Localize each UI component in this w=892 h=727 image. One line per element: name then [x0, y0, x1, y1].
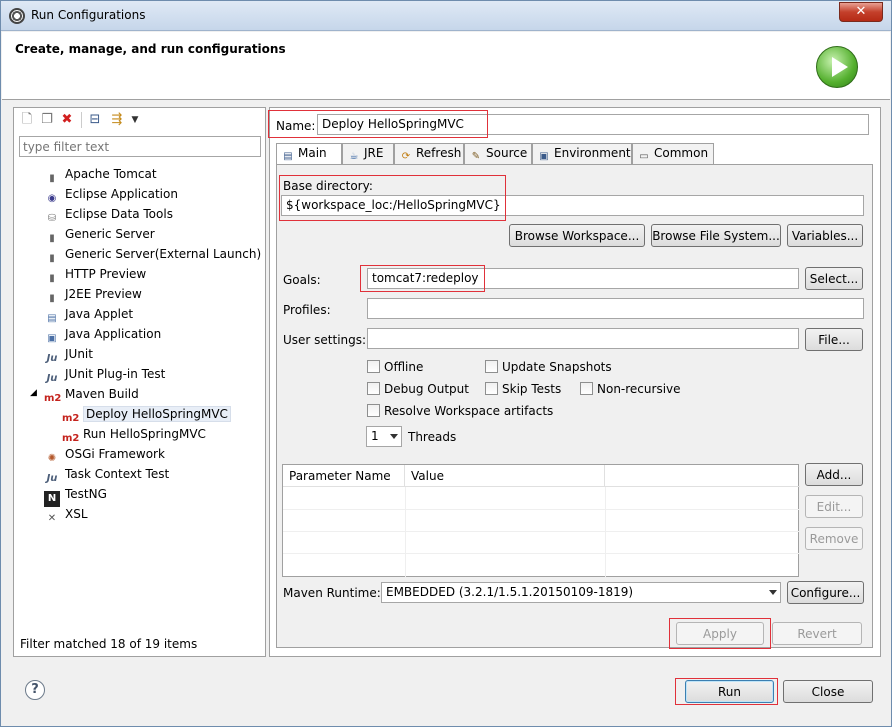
highlight-run	[675, 678, 778, 705]
resolve-workspace-checkbox[interactable]: Resolve Workspace artifacts	[367, 403, 553, 419]
duplicate-config-icon[interactable]: ❐	[39, 112, 55, 128]
run-banner-icon	[816, 46, 858, 88]
environment-icon: ▣	[539, 151, 549, 162]
offline-checkbox[interactable]: Offline	[367, 359, 423, 375]
tree-item-junit-plugin-test[interactable]: Ju JUnit Plug-in Test	[44, 364, 166, 384]
browse-file-system-button[interactable]: Browse File System...	[651, 224, 781, 247]
source-icon: ✎	[471, 151, 481, 162]
tab-main[interactable]: ▤ Main	[276, 143, 342, 165]
delete-config-icon[interactable]: ✖	[59, 112, 75, 128]
variables-button[interactable]: Variables...	[787, 224, 863, 247]
tree-item-junit[interactable]: Ju JUnit	[44, 344, 93, 364]
tree-item-generic-server[interactable]: ▮ Generic Server	[44, 224, 154, 244]
highlight-name	[268, 110, 488, 138]
header-title: Create, manage, and run configurations	[15, 42, 286, 56]
configure-runtime-button[interactable]: Configure...	[787, 581, 864, 604]
collapse-all-icon[interactable]: ⊟	[87, 112, 103, 128]
jre-icon: ☕	[349, 151, 359, 162]
add-parameter-button[interactable]: Add...	[805, 463, 863, 486]
threads-label: Threads	[408, 430, 457, 444]
main-tab-icon: ▤	[283, 151, 293, 162]
view-menu-chevron-down-icon[interactable]: ▼	[127, 112, 143, 128]
tree-item-run-hellospringmvc[interactable]: m2 Run HelloSpringMVC	[62, 424, 206, 444]
user-settings-label: User settings:	[283, 333, 367, 347]
highlight-goals	[360, 265, 485, 292]
user-settings-input[interactable]	[367, 328, 799, 349]
revert-button[interactable]: Revert	[772, 622, 862, 645]
update-snapshots-checkbox[interactable]: Update Snapshots	[485, 359, 612, 375]
param-filler-header	[605, 465, 800, 487]
profiles-input[interactable]	[367, 298, 864, 319]
dialog-header: Create, manage, and run configurations	[2, 32, 890, 100]
profiles-label: Profiles:	[283, 303, 331, 317]
maven-runtime-label: Maven Runtime:	[283, 586, 381, 600]
maven-runtime-select[interactable]: EMBEDDED (3.2.1/1.5.1.20150109-1819)	[381, 582, 781, 603]
skip-tests-checkbox[interactable]: Skip Tests	[485, 381, 561, 397]
chevron-down-icon	[769, 590, 777, 595]
select-goals-button[interactable]: Select...	[805, 267, 863, 290]
window-close-button[interactable]: ✕	[839, 2, 883, 22]
main-tab-body: Base directory: ${workspace_loc:/HelloSp…	[276, 164, 873, 648]
tree-item-apache-tomcat[interactable]: ▮ Apache Tomcat	[44, 164, 156, 184]
threads-select[interactable]: 1	[366, 426, 402, 447]
remove-parameter-button[interactable]: Remove	[805, 527, 863, 550]
filter-status: Filter matched 18 of 19 items	[20, 637, 198, 651]
chevron-down-icon	[390, 434, 398, 439]
param-value-header[interactable]: Value	[405, 465, 605, 487]
highlight-apply	[669, 618, 771, 649]
expanded-triangle-icon[interactable]: ◢	[30, 388, 37, 398]
debug-output-checkbox[interactable]: Debug Output	[367, 381, 469, 397]
tree-item-eclipse-application[interactable]: ◉ Eclipse Application	[44, 184, 178, 204]
m2-icon: m2	[44, 393, 62, 404]
goals-label: Goals:	[283, 273, 321, 287]
close-button[interactable]: Close	[783, 680, 873, 703]
common-icon: ▭	[639, 151, 649, 162]
run-configurations-window: Run Configurations ✕ Create, manage, and…	[0, 0, 892, 727]
tree-item-java-application[interactable]: ▣ Java Application	[44, 324, 161, 344]
parameters-table[interactable]: Parameter Name Value	[282, 464, 800, 577]
param-name-header[interactable]: Parameter Name	[283, 465, 405, 487]
xsl-icon: ✕	[47, 513, 57, 524]
tree-item-maven-build[interactable]: m2 Maven Build	[44, 384, 139, 404]
filter-icon[interactable]: ⇶	[109, 112, 125, 128]
eclipse-window-icon	[9, 8, 25, 24]
tab-source[interactable]: ✎ Source	[464, 143, 532, 164]
configuration-editor-panel: Name: Deploy HelloSpringMVC ▤ Main ☕ JRE ⟳…	[268, 107, 881, 657]
tree-item-osgi-framework[interactable]: ✺ OSGi Framework	[44, 444, 165, 464]
tree-item-testng[interactable]: N TestNG	[44, 484, 107, 507]
browse-workspace-button[interactable]: Browse Workspace...	[509, 224, 645, 247]
tree-item-xsl[interactable]: ✕ XSL	[44, 504, 88, 524]
filter-input[interactable]	[19, 136, 261, 157]
tab-refresh[interactable]: ⟳ Refresh	[394, 143, 464, 164]
tab-environment[interactable]: ▣ Environment	[532, 143, 632, 164]
tree-item-http-preview[interactable]: ▮ HTTP Preview	[44, 264, 146, 284]
tree-item-deploy-hellospringmvc[interactable]: m2 Deploy HelloSpringMVC	[62, 404, 231, 424]
tree-item-eclipse-data-tools[interactable]: ⛁ Eclipse Data Tools	[44, 204, 173, 224]
new-config-icon[interactable]: 🗋	[19, 112, 35, 128]
help-icon[interactable]: ?	[25, 680, 45, 700]
non-recursive-checkbox[interactable]: Non-recursive	[580, 381, 681, 397]
edit-parameter-button[interactable]: Edit...	[805, 495, 863, 518]
tree-item-task-context-test[interactable]: Ju Task Context Test	[44, 464, 170, 484]
refresh-icon: ⟳	[401, 151, 411, 162]
title-bar: Run Configurations ✕	[1, 1, 891, 31]
tree-item-generic-server-external[interactable]: ▮ Generic Server(External Launch)	[44, 244, 261, 264]
tree-item-java-applet[interactable]: ▤ Java Applet	[44, 304, 133, 324]
tab-common[interactable]: ▭ Common	[632, 143, 714, 164]
tab-jre[interactable]: ☕ JRE	[342, 143, 394, 164]
configuration-tree-panel: 🗋 ❐ ✖ ⊟ ⇶ ▼ ▮Apache Tomcat ◉Eclipse Appl…	[13, 107, 266, 657]
window-title: Run Configurations	[31, 8, 146, 22]
user-settings-file-button[interactable]: File...	[805, 328, 863, 351]
highlight-base-directory	[279, 175, 506, 221]
tree-item-j2ee-preview[interactable]: ▮ J2EE Preview	[44, 284, 142, 304]
